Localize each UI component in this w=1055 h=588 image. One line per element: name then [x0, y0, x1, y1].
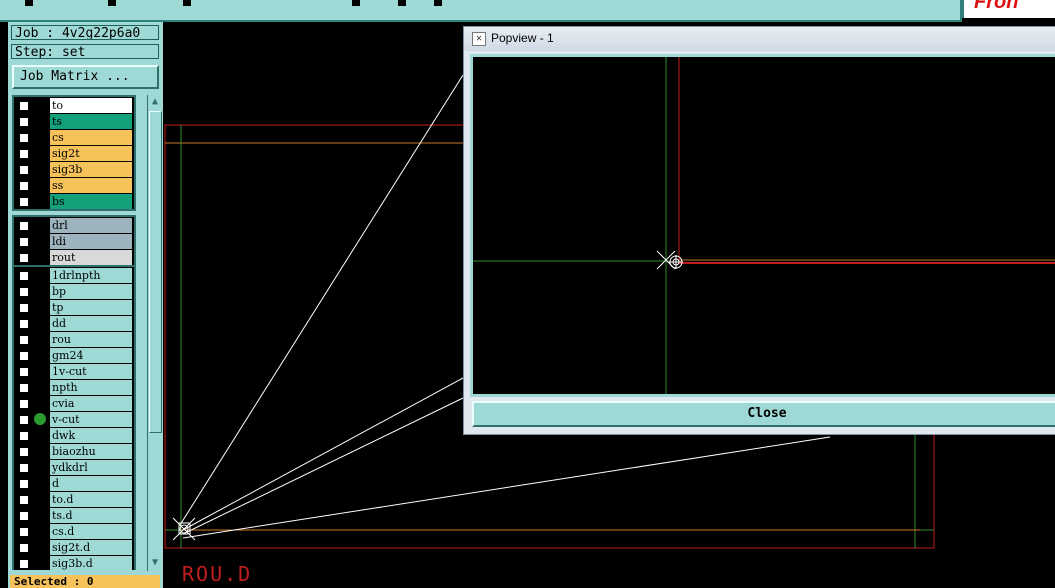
popview-canvas[interactable]: [473, 57, 1055, 394]
popview-frame: [470, 54, 1055, 397]
pad-marker-icon: [172, 517, 196, 541]
active-layer-label: ROU.D: [182, 562, 253, 586]
close-button[interactable]: Close: [472, 401, 1055, 427]
popview-titlebar[interactable]: ✕ Popview - 1: [464, 27, 1055, 51]
zoom-indicator-line: [182, 436, 831, 539]
popview-drawing: [473, 57, 1055, 394]
popview-title: Popview - 1: [491, 31, 554, 45]
zoom-indicator-line: [182, 397, 464, 535]
popview-window: ✕ Popview - 1 Close: [463, 26, 1055, 435]
app-window-icon: ✕: [472, 32, 486, 46]
